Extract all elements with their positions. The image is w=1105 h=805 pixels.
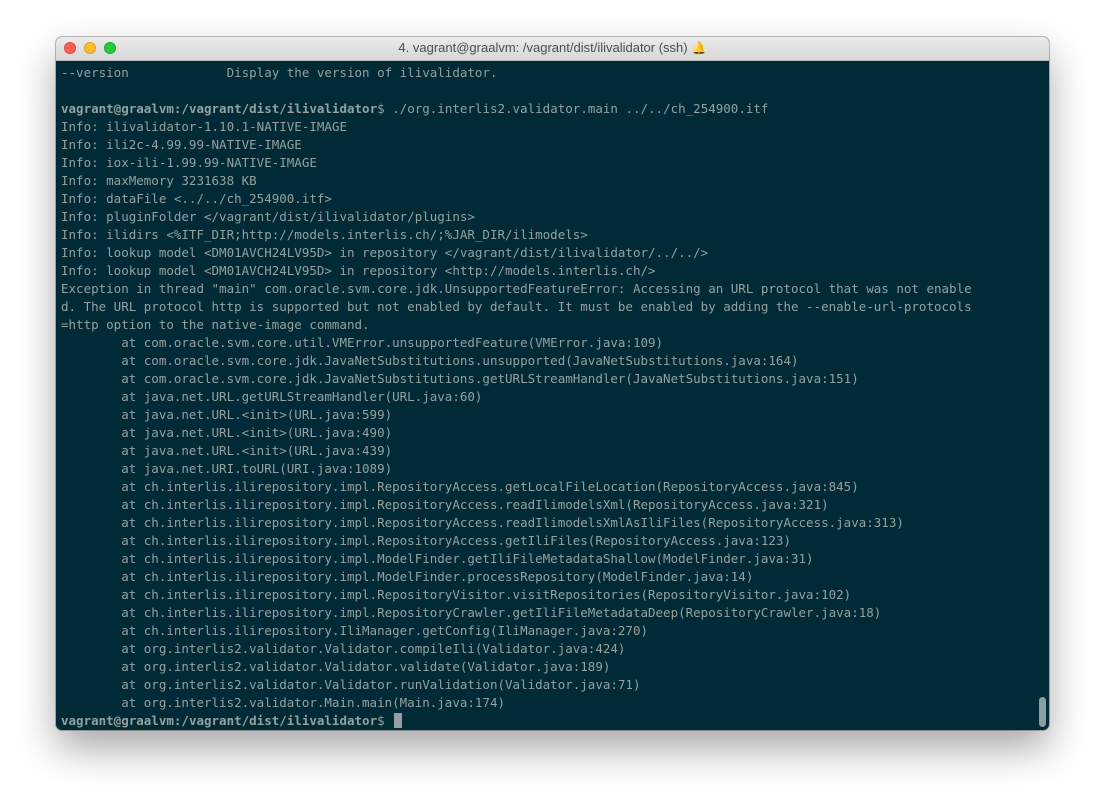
terminal-line: Info: iox-ili-1.99.99-NATIVE-IMAGE <box>61 155 317 170</box>
stack-trace-line: at org.interlis2.validator.Main.main(Mai… <box>61 695 506 710</box>
terminal-line: Info: ilivalidator-1.10.1-NATIVE-IMAGE <box>61 119 347 134</box>
terminal-line: Info: pluginFolder </vagrant/dist/ilival… <box>61 209 475 224</box>
stack-trace-line: at com.oracle.svm.core.util.VMError.unsu… <box>61 335 664 350</box>
stack-trace-line: at java.net.URL.<init>(URL.java:599) <box>61 407 393 422</box>
terminal-line: =http option to the native-image command… <box>61 317 370 332</box>
terminal-line: d. The URL protocol http is supported bu… <box>61 299 972 314</box>
prompt-symbol: $ <box>377 713 385 728</box>
terminal-line: Info: ili2c-4.99.99-NATIVE-IMAGE <box>61 137 302 152</box>
stack-trace-line: at java.net.URL.<init>(URL.java:439) <box>61 443 393 458</box>
terminal-line: Info: dataFile <../../ch_254900.itf> <box>61 191 332 206</box>
terminal-line: Info: ilidirs <%ITF_DIR;http://models.in… <box>61 227 588 242</box>
prompt-symbol: $ <box>377 101 385 116</box>
stack-trace-line: at ch.interlis.ilirepository.impl.ModelF… <box>61 551 814 566</box>
prompt-path: /vagrant/dist/ilivalidator <box>181 713 378 728</box>
terminal-line: Info: lookup model <DM01AVCH24LV95D> in … <box>61 263 656 278</box>
window-title-text: 4. vagrant@graalvm: /vagrant/dist/ilival… <box>398 40 688 55</box>
stack-trace-line: at org.interlis2.validator.Validator.val… <box>61 659 611 674</box>
final-prompt-line[interactable]: vagrant@graalvm:/vagrant/dist/ilivalidat… <box>61 712 1036 728</box>
stack-trace-line: at ch.interlis.ilirepository.impl.Reposi… <box>61 515 904 530</box>
terminal-line: Info: maxMemory 3231638 KB <box>61 173 257 188</box>
stack-trace-line: at ch.interlis.ilirepository.IliManager.… <box>61 623 648 638</box>
prompt-user-host: vagrant@graalvm: <box>61 101 182 116</box>
prompt-user-host: vagrant@graalvm: <box>61 713 182 728</box>
stack-trace-line: at com.oracle.svm.core.jdk.JavaNetSubsti… <box>61 371 859 386</box>
terminal-window: 4. vagrant@graalvm: /vagrant/dist/ilival… <box>56 37 1049 730</box>
command-text: ./org.interlis2.validator.main ../../ch_… <box>384 101 769 116</box>
title-bar[interactable]: 4. vagrant@graalvm: /vagrant/dist/ilival… <box>56 37 1049 61</box>
terminal-line: Exception in thread "main" com.oracle.sv… <box>61 281 972 296</box>
stack-trace-line: at ch.interlis.ilirepository.impl.Reposi… <box>61 497 829 512</box>
text-cursor <box>394 713 403 728</box>
stack-trace-line: at ch.interlis.ilirepository.impl.Reposi… <box>61 479 859 494</box>
bell-icon: 🔔 <box>691 41 707 55</box>
scrollbar-thumb[interactable] <box>1039 697 1046 727</box>
stack-trace-line: at org.interlis2.validator.Validator.com… <box>61 641 626 656</box>
terminal-line: Info: lookup model <DM01AVCH24LV95D> in … <box>61 245 709 260</box>
terminal-line: --version Display the version of ilivali… <box>61 65 498 80</box>
stack-trace-line: at ch.interlis.ilirepository.impl.Reposi… <box>61 587 852 602</box>
stack-trace-line: at ch.interlis.ilirepository.impl.Reposi… <box>61 533 791 548</box>
stack-trace-line: at ch.interlis.ilirepository.impl.ModelF… <box>61 569 754 584</box>
prompt-path: /vagrant/dist/ilivalidator <box>181 101 378 116</box>
command-line: vagrant@graalvm:/vagrant/dist/ilivalidat… <box>61 100 1036 118</box>
window-title: 4. vagrant@graalvm: /vagrant/dist/ilival… <box>56 40 1049 55</box>
stack-trace-line: at ch.interlis.ilirepository.impl.Reposi… <box>61 605 882 620</box>
terminal-output[interactable]: --version Display the version of ilivali… <box>61 64 1036 728</box>
stack-trace-line: at org.interlis2.validator.Validator.run… <box>61 677 641 692</box>
stack-trace-line: at com.oracle.svm.core.jdk.JavaNetSubsti… <box>61 353 799 368</box>
stack-trace-line: at java.net.URL.<init>(URL.java:490) <box>61 425 393 440</box>
stack-trace-line: at java.net.URI.toURL(URI.java:1089) <box>61 461 393 476</box>
stack-trace-line: at java.net.URL.getURLStreamHandler(URL.… <box>61 389 483 404</box>
